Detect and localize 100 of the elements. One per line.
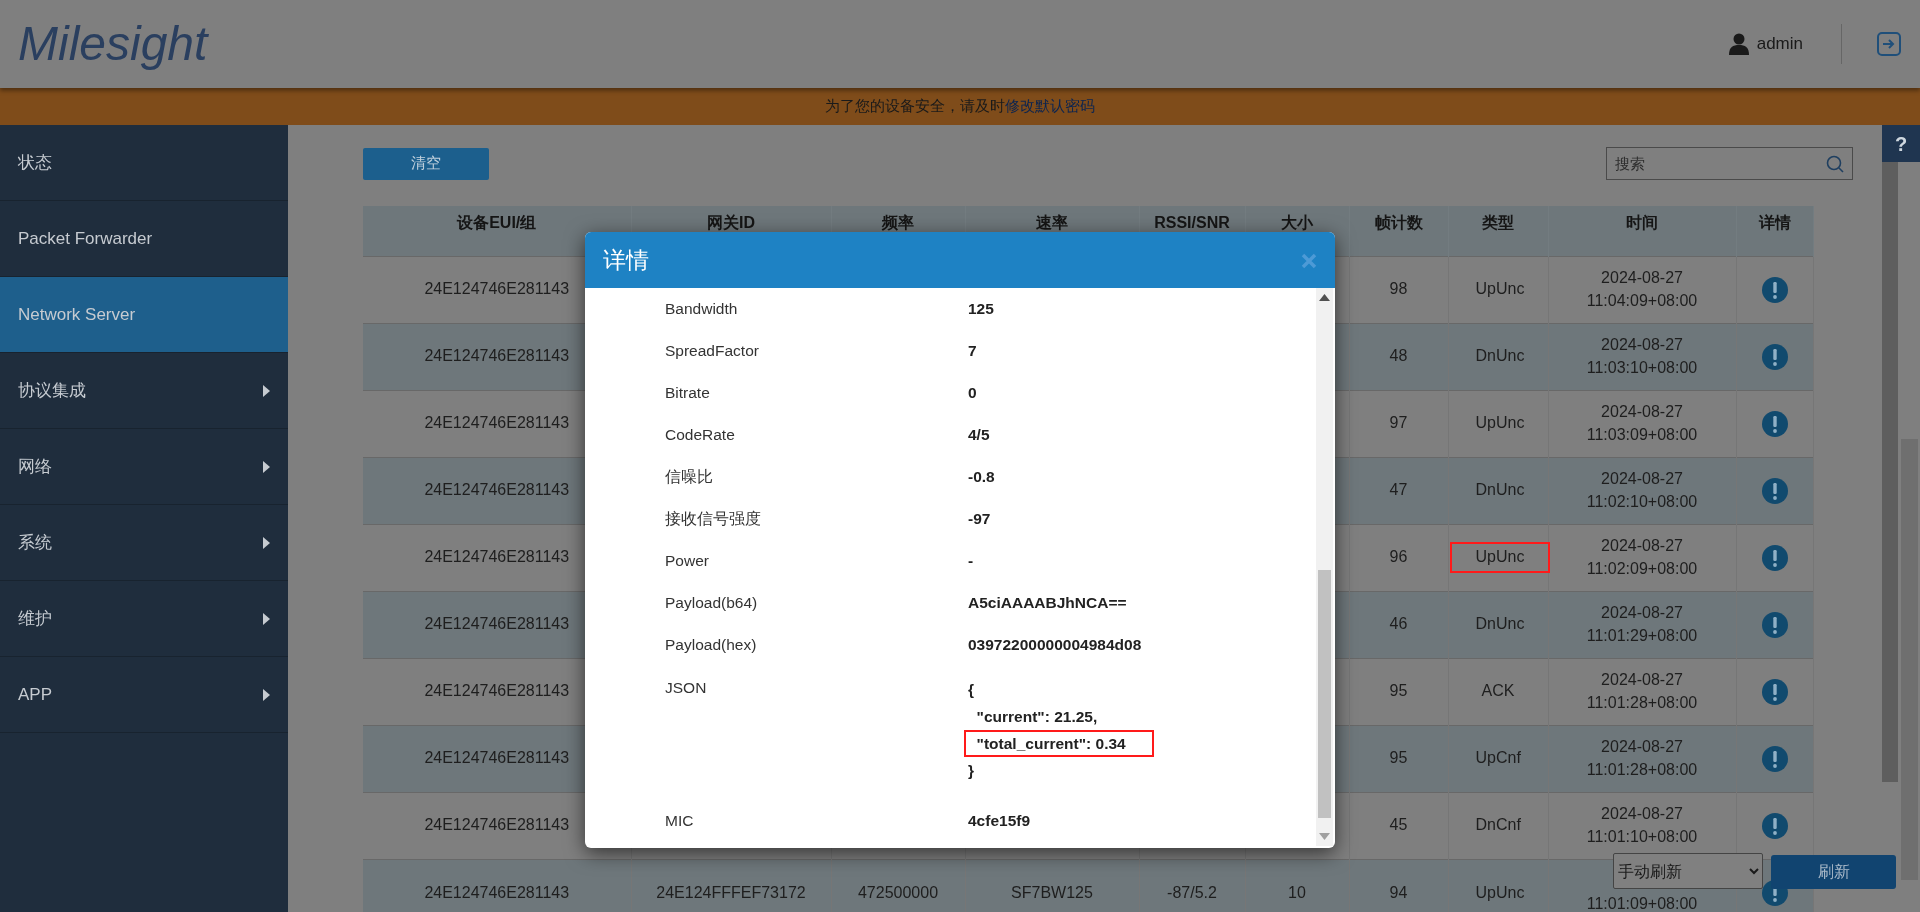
field-value: -97 (968, 510, 991, 528)
table-cell: 95 (1389, 749, 1408, 767)
column-header: 时间 (1548, 206, 1736, 256)
table-cell-text: 2024-08-27 (1600, 402, 1684, 423)
info-icon[interactable] (1761, 410, 1788, 437)
field-value: 4cfe15f9 (968, 812, 1031, 830)
arrow-down-icon[interactable] (1319, 833, 1330, 840)
field-label: JSON (665, 678, 708, 698)
table-cell-text: 11:03:10+08:00 (1585, 357, 1699, 378)
info-icon[interactable] (1761, 276, 1788, 303)
field-label: Bitrate (665, 383, 711, 404)
field-label: MIC (665, 811, 695, 832)
sidebar-item[interactable]: 状态 (0, 125, 288, 201)
table-cell-text: 2024-08-27 (1600, 737, 1684, 758)
table-cell-text: 11:01:28+08:00 (1585, 759, 1699, 780)
field-value: 03972200000004984d08 (968, 636, 1142, 654)
refresh-button[interactable]: 刷新 (1771, 855, 1896, 889)
table-cell-text: 11:01:09+08:00 (1585, 893, 1699, 912)
field-label: Power (665, 551, 710, 572)
table-cell: 24E124746E281143 (424, 883, 570, 901)
user-menu[interactable]: admin (1728, 31, 1803, 57)
json-line: "current": 21.25, (975, 707, 1099, 727)
table-cell-text: DnUnc (1474, 480, 1526, 501)
user-icon (1728, 33, 1749, 55)
field-label: CodeRate (665, 425, 736, 446)
table-cell-text: 11:01:10+08:00 (1585, 826, 1699, 847)
table-cell: 472500000 (857, 883, 939, 901)
field-value: 4/5 (968, 426, 990, 444)
info-icon[interactable] (1761, 611, 1788, 638)
sidebar-item[interactable]: 维护 (0, 581, 288, 657)
clear-button[interactable]: 清空 (363, 147, 489, 180)
table-cell-text: 2024-08-27 (1600, 268, 1684, 289)
security-notice: 为了您的设备安全，请及时修改默认密码 (825, 96, 1095, 117)
table-cell-text: UpCnf (1474, 748, 1522, 769)
table-cell-text: 11:02:09+08:00 (1585, 558, 1699, 579)
sidebar-item[interactable]: 系统 (0, 505, 288, 581)
highlighted-cell: UpUnc (1449, 542, 1551, 573)
logout-icon[interactable] (1876, 31, 1902, 57)
table-cell: 24E124746E281143 (424, 548, 570, 566)
table-cell-text: UpUnc (1474, 882, 1526, 903)
table-cell: 24E124746E281143 (424, 615, 570, 633)
table-cell: SF7BW125 (1011, 883, 1093, 901)
table-cell-text: 2024-08-27 (1600, 469, 1684, 490)
search-icon (1826, 155, 1844, 173)
info-icon[interactable] (1761, 812, 1788, 839)
table-cell: 24E124746E281143 (424, 347, 570, 365)
table-cell-text: UpUnc (1474, 413, 1526, 434)
column-header: 类型 (1448, 206, 1548, 256)
table-cell: -87/5.2 (1167, 883, 1217, 901)
table-cell-text: 2024-08-27 (1600, 536, 1684, 557)
scrollbar[interactable] (1316, 288, 1333, 846)
sidebar-item[interactable]: 协议集成 (0, 353, 288, 429)
json-line: } (967, 761, 976, 781)
table-cell-text: DnUnc (1474, 614, 1526, 635)
scrollbar[interactable] (1882, 162, 1898, 782)
table-cell: 96 (1389, 548, 1408, 566)
field-value: A5ciAAAABJhNCA== (968, 594, 1127, 612)
sidebar-item[interactable]: APP (0, 657, 288, 733)
table-cell: 46 (1389, 615, 1408, 633)
table-cell-text: 11:01:29+08:00 (1585, 625, 1699, 646)
field-label: 接收信号强度 (665, 509, 762, 530)
search-field[interactable]: 搜索 (1606, 147, 1853, 180)
table-cell: 94 (1389, 883, 1408, 901)
table-cell-text: 2024-08-27 (1600, 670, 1684, 691)
field-label: Payload(b64) (665, 593, 759, 614)
arrow-up-icon[interactable] (1319, 294, 1330, 301)
field-value: 0 (968, 384, 977, 402)
column-header: 帧计数 (1349, 206, 1448, 256)
info-icon[interactable] (1761, 544, 1788, 571)
help-tab[interactable]: ? (1882, 125, 1920, 162)
info-icon[interactable] (1761, 477, 1788, 504)
table-cell: 45 (1389, 816, 1408, 834)
table-cell-text: 11:01:28+08:00 (1585, 692, 1699, 713)
field-label: Payload(hex) (665, 635, 758, 656)
info-icon[interactable] (1761, 745, 1788, 772)
table-cell: 24E124746E281143 (424, 816, 570, 834)
table-cell-text: ACK (1480, 681, 1516, 702)
field-value: 7 (968, 342, 977, 360)
table-cell-text: DnUnc (1474, 346, 1526, 367)
info-icon[interactable] (1761, 343, 1788, 370)
table-cell-text: 2024-08-27 (1600, 804, 1684, 825)
table-cell: 24E124FFFEF73172 (656, 883, 806, 901)
sidebar-item[interactable]: 网络 (0, 429, 288, 505)
refresh-mode-select[interactable]: 手动刷新 (1613, 853, 1763, 889)
field-value: - (968, 552, 974, 570)
field-label: Bandwidth (665, 299, 739, 320)
json-line: { (967, 680, 976, 700)
table-cell-text: 2024-08-27 (1600, 335, 1684, 356)
info-icon[interactable] (1761, 678, 1788, 705)
table-cell-text: 2024-08-27 (1600, 603, 1684, 624)
table-cell: 24E124746E281143 (424, 280, 570, 298)
sidebar-item[interactable]: Network Server (0, 277, 288, 353)
table-cell: 24E124746E281143 (424, 749, 570, 767)
table-cell-text: 11:02:10+08:00 (1585, 491, 1699, 512)
table-cell-text: 11:04:09+08:00 (1585, 290, 1699, 311)
field-label: 信噪比 (665, 467, 714, 488)
table-cell: 47 (1389, 481, 1408, 499)
table-cell: 24E124746E281143 (424, 682, 570, 700)
table-cell: 97 (1389, 414, 1408, 432)
table-cell-text: DnCnf (1474, 815, 1522, 836)
